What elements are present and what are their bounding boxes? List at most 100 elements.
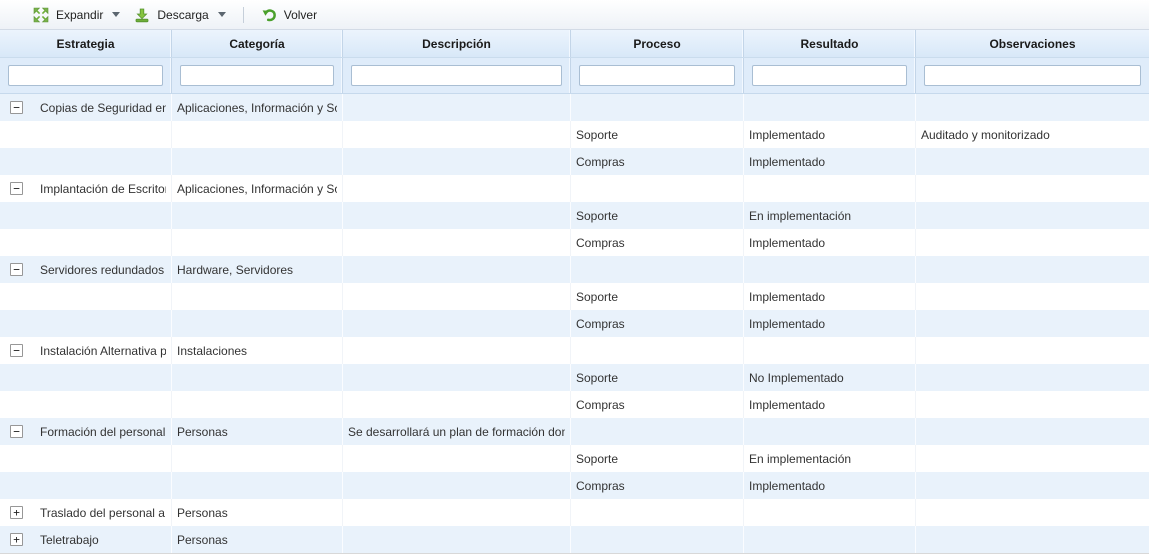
cell-estrategia <box>0 121 172 148</box>
expand-button-label: Expandir <box>56 8 103 22</box>
cell-estrategia: + Teletrabajo <box>0 526 172 553</box>
resultado-text: Implementado <box>749 290 825 304</box>
cell-proceso: Soporte <box>571 364 744 391</box>
cell-categoria <box>172 202 343 229</box>
column-header-descripcion[interactable]: Descripción <box>343 30 571 57</box>
cell-estrategia: − Formación del personal en <box>0 418 172 445</box>
column-header-categoria[interactable]: Categoría <box>172 30 343 57</box>
filter-cell <box>172 58 343 93</box>
table-row[interactable]: − Servidores redundados Ac Hardware, Ser… <box>0 256 1149 283</box>
cell-proceso: Soporte <box>571 202 744 229</box>
categoria-text: Aplicaciones, Información y Soft <box>177 101 337 115</box>
cell-resultado <box>744 256 916 283</box>
cell-categoria: Instalaciones <box>172 337 343 364</box>
proceso-text: Compras <box>576 479 625 493</box>
cell-estrategia: − Copias de Seguridad en to <box>0 94 172 121</box>
cell-categoria: Personas <box>172 526 343 553</box>
chevron-down-icon <box>112 12 120 17</box>
grid-body: − Copias de Seguridad en to Aplicaciones… <box>0 94 1149 554</box>
table-row[interactable]: Soporte En implementación <box>0 445 1149 472</box>
cell-categoria: Aplicaciones, Información y Soft <box>172 94 343 121</box>
cell-descripcion <box>343 445 571 472</box>
table-row[interactable]: Soporte Implementado <box>0 283 1149 310</box>
download-button-label: Descarga <box>157 8 208 22</box>
expander-icon[interactable]: + <box>10 533 23 546</box>
cell-descripcion <box>343 283 571 310</box>
observaciones-text: Auditado y monitorizado <box>921 128 1050 142</box>
cell-resultado: No Implementado <box>744 364 916 391</box>
cell-categoria <box>172 391 343 418</box>
expander-icon[interactable]: − <box>10 425 23 438</box>
chevron-down-icon <box>218 12 226 17</box>
table-row[interactable]: Compras Implementado <box>0 472 1149 499</box>
table-row[interactable]: + Traslado del personal a la Personas <box>0 499 1149 526</box>
toolbar-separator <box>243 7 244 23</box>
expander-icon[interactable]: − <box>10 101 23 114</box>
cell-resultado <box>744 175 916 202</box>
cell-estrategia <box>0 310 172 337</box>
cell-estrategia <box>0 229 172 256</box>
filter-cell <box>744 58 916 93</box>
categoria-text: Personas <box>177 506 228 520</box>
cell-categoria <box>172 283 343 310</box>
filter-input-estrategia[interactable] <box>8 65 163 86</box>
column-header-observaciones[interactable]: Observaciones <box>916 30 1149 57</box>
estrategia-text: Copias de Seguridad en to <box>40 101 166 115</box>
resultado-text: En implementación <box>749 452 851 466</box>
cell-resultado <box>744 418 916 445</box>
filter-input-resultado[interactable] <box>752 65 907 86</box>
estrategia-text: Servidores redundados Ac <box>40 263 166 277</box>
column-header-resultado[interactable]: Resultado <box>744 30 916 57</box>
column-header-estrategia[interactable]: Estrategia <box>0 30 172 57</box>
cell-observaciones <box>916 283 1149 310</box>
estrategia-text: Instalación Alternativa pre <box>40 344 166 358</box>
expander-icon[interactable]: − <box>10 344 23 357</box>
cell-categoria <box>172 148 343 175</box>
cell-observaciones <box>916 202 1149 229</box>
cell-descripcion <box>343 472 571 499</box>
table-row[interactable]: Compras Implementado <box>0 310 1149 337</box>
cell-estrategia <box>0 283 172 310</box>
filter-input-observaciones[interactable] <box>924 65 1141 86</box>
filter-input-categoria[interactable] <box>180 65 334 86</box>
table-row[interactable]: + Teletrabajo Personas <box>0 526 1149 553</box>
table-row[interactable]: − Formación del personal en Personas Se … <box>0 418 1149 445</box>
cell-resultado: Implementado <box>744 391 916 418</box>
back-button[interactable]: Volver <box>254 4 324 26</box>
proceso-text: Soporte <box>576 371 618 385</box>
expander-icon[interactable]: − <box>10 182 23 195</box>
back-button-label: Volver <box>284 8 317 22</box>
cell-resultado: Implementado <box>744 310 916 337</box>
table-row[interactable]: Soporte Implementado Auditado y monitori… <box>0 121 1149 148</box>
expander-icon[interactable]: + <box>10 506 23 519</box>
cell-observaciones <box>916 94 1149 121</box>
table-row[interactable]: Soporte No Implementado <box>0 364 1149 391</box>
table-row[interactable]: Compras Implementado <box>0 148 1149 175</box>
table-row[interactable]: Compras Implementado <box>0 391 1149 418</box>
cell-observaciones <box>916 337 1149 364</box>
filter-input-descripcion[interactable] <box>351 65 562 86</box>
proceso-text: Compras <box>576 236 625 250</box>
cell-estrategia: + Traslado del personal a la <box>0 499 172 526</box>
table-row[interactable]: − Implantación de Escritorio Aplicacione… <box>0 175 1149 202</box>
cell-observaciones <box>916 499 1149 526</box>
resultado-text: Implementado <box>749 155 825 169</box>
cell-categoria: Personas <box>172 499 343 526</box>
resultado-text: No Implementado <box>749 371 844 385</box>
resultado-text: Implementado <box>749 398 825 412</box>
expander-icon[interactable]: − <box>10 263 23 276</box>
filter-input-proceso[interactable] <box>579 65 735 86</box>
table-row[interactable]: − Instalación Alternativa pre Instalacio… <box>0 337 1149 364</box>
cell-descripcion <box>343 499 571 526</box>
column-header-proceso[interactable]: Proceso <box>571 30 744 57</box>
expand-button[interactable]: Expandir <box>26 4 127 26</box>
table-row[interactable]: Compras Implementado <box>0 229 1149 256</box>
cell-proceso <box>571 526 744 553</box>
grid-header: Estrategia Categoría Descripción Proceso… <box>0 30 1149 58</box>
download-icon <box>134 7 150 23</box>
table-row[interactable]: Soporte En implementación <box>0 202 1149 229</box>
estrategia-text: Implantación de Escritorio <box>40 182 166 196</box>
table-row[interactable]: − Copias de Seguridad en to Aplicaciones… <box>0 94 1149 121</box>
cell-proceso <box>571 175 744 202</box>
download-button[interactable]: Descarga <box>127 4 232 26</box>
